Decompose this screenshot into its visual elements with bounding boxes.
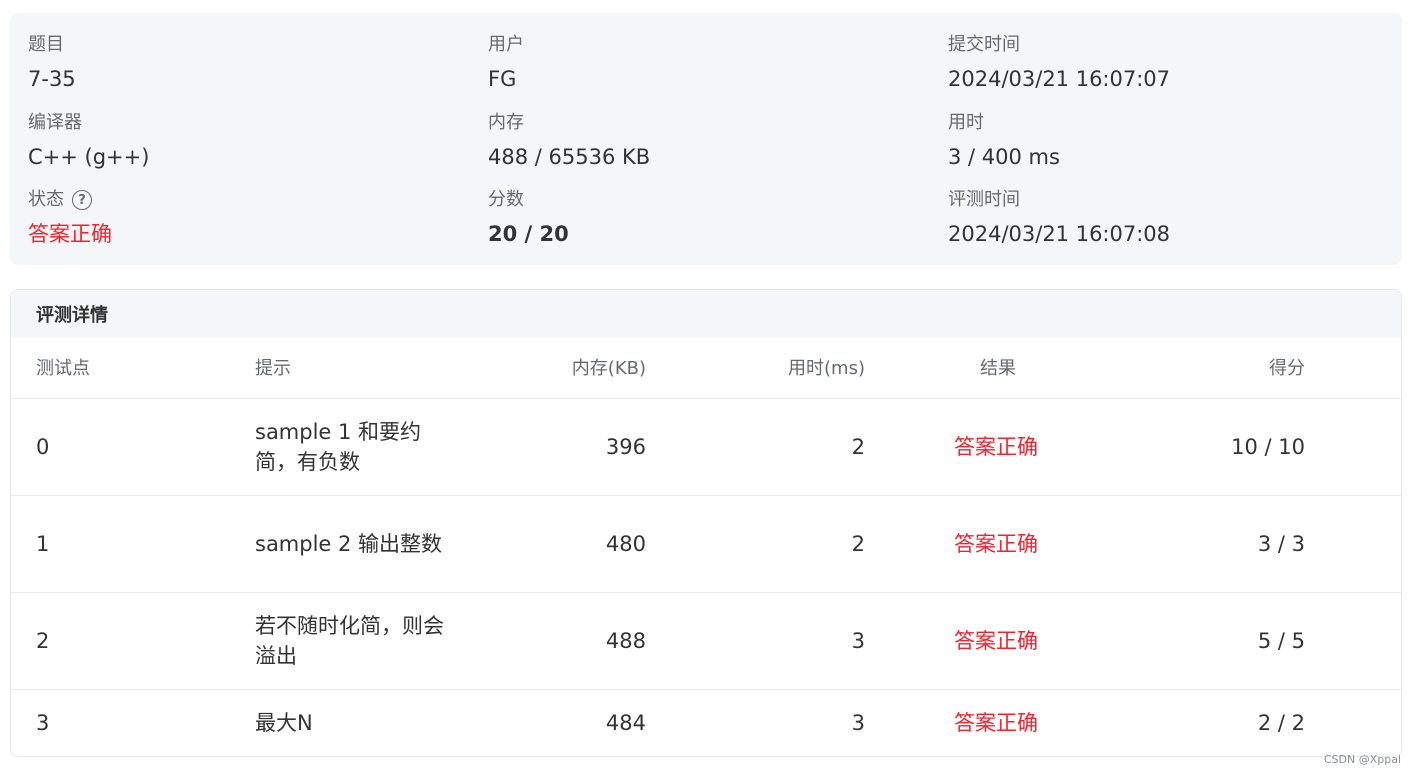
- row-result: 答案正确: [954, 532, 1038, 556]
- row-id: 3: [36, 711, 50, 735]
- time-label: 用时: [948, 112, 984, 133]
- table-row: 3 最大N 484 3 答案正确 2 / 2: [11, 690, 1401, 756]
- row-id: 0: [36, 435, 50, 459]
- judge-details-title: 评测详情: [11, 290, 1401, 338]
- score-label: 分数: [488, 189, 524, 210]
- row-hint: 若不随时化简，则会溢出: [255, 614, 444, 668]
- table-row: 2 若不随时化简，则会溢出 488 3 答案正确 5 / 5: [11, 593, 1401, 690]
- column-header-id: 测试点: [36, 358, 90, 379]
- row-hint: sample 1 和要约简，有负数: [255, 420, 422, 474]
- memory-value: 488 / 65536 KB: [488, 145, 651, 169]
- memory-label: 内存: [488, 112, 524, 133]
- row-time: 3: [851, 711, 865, 735]
- judge-details-card: 评测详情 测试点 提示 内存(KB) 用时(ms) 结果 得分 0 sample…: [10, 289, 1402, 757]
- problem-value[interactable]: 7-35: [28, 65, 76, 93]
- time-value: 3 / 400 ms: [948, 145, 1060, 169]
- row-score: 2 / 2: [1257, 711, 1305, 735]
- judge-time-field: 评测时间 2024/03/21 16:07:08: [948, 188, 1170, 248]
- row-hint: 最大N: [255, 711, 313, 735]
- time-field: 用时 3 / 400 ms: [948, 111, 1060, 171]
- row-hint: sample 2 输出整数: [255, 532, 443, 556]
- row-time: 2: [851, 532, 865, 556]
- column-header-score: 得分: [1269, 358, 1305, 379]
- table-row: 1 sample 2 输出整数 480 2 答案正确 3 / 3: [11, 496, 1401, 593]
- table-row: 0 sample 1 和要约简，有负数 396 2 答案正确 10 / 10: [11, 399, 1401, 496]
- row-result: 答案正确: [954, 629, 1038, 653]
- compiler-field: 编译器 C++ (g++): [28, 111, 149, 171]
- column-header-time: 用时(ms): [788, 358, 865, 379]
- compiler-value: C++ (g++): [28, 145, 150, 169]
- row-id: 2: [36, 629, 50, 653]
- status-field: 状态 ? 答案正确: [28, 188, 112, 248]
- row-memory: 488: [605, 629, 646, 653]
- user-field: 用户 FG: [488, 33, 524, 93]
- column-header-memory: 内存(KB): [571, 358, 646, 379]
- judge-time-value: 2024/03/21 16:07:08: [948, 222, 1171, 246]
- status-label: 状态: [28, 189, 64, 210]
- row-memory: 396: [605, 435, 646, 459]
- row-memory: 484: [605, 711, 646, 735]
- row-time: 2: [851, 435, 865, 459]
- status-value: 答案正确: [28, 222, 112, 246]
- row-result: 答案正确: [954, 435, 1038, 459]
- memory-field: 内存 488 / 65536 KB: [488, 111, 650, 171]
- score-field: 分数 20 / 20: [488, 188, 569, 248]
- submit-time-value: 2024/03/21 16:07:07: [948, 67, 1171, 91]
- column-header-hint: 提示: [255, 358, 291, 379]
- question-circle-icon[interactable]: ?: [72, 190, 92, 210]
- row-id: 1: [36, 532, 50, 556]
- submit-time-field: 提交时间 2024/03/21 16:07:07: [948, 33, 1170, 93]
- row-score: 3 / 3: [1257, 532, 1305, 556]
- row-score: 10 / 10: [1231, 435, 1305, 459]
- user-label: 用户: [488, 34, 524, 55]
- row-memory: 480: [605, 532, 646, 556]
- problem-label: 题目: [28, 34, 64, 55]
- judge-time-label: 评测时间: [948, 189, 1020, 210]
- column-header-result: 结果: [980, 358, 1016, 379]
- score-value: 20 / 20: [488, 222, 569, 246]
- row-time: 3: [851, 629, 865, 653]
- row-result: 答案正确: [954, 711, 1038, 735]
- row-score: 5 / 5: [1257, 629, 1305, 653]
- compiler-label: 编译器: [28, 112, 82, 133]
- submission-summary: 题目 7-35 用户 FG 提交时间 2024/03/21 16:07:07 编…: [10, 13, 1402, 265]
- table-header: 测试点 提示 内存(KB) 用时(ms) 结果 得分: [11, 338, 1401, 399]
- user-value[interactable]: FG: [488, 65, 524, 93]
- watermark: CSDN @Xppal: [1323, 753, 1401, 766]
- submit-time-label: 提交时间: [948, 34, 1020, 55]
- problem-field: 题目 7-35: [28, 33, 76, 93]
